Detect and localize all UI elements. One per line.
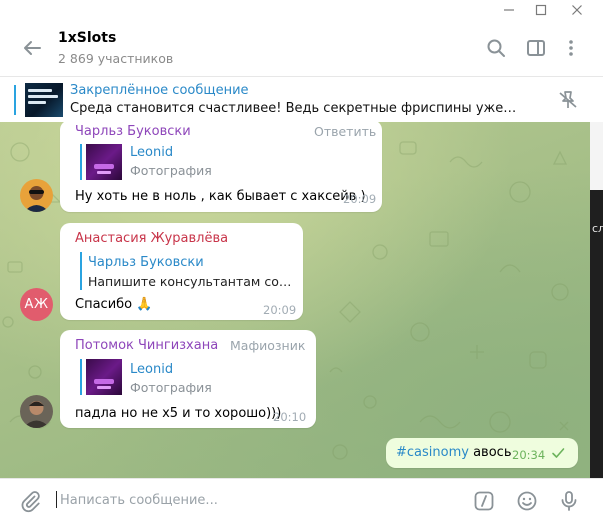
quote-text: Фотография bbox=[130, 163, 212, 178]
pinned-thumbnail bbox=[25, 83, 63, 117]
unpin-icon[interactable] bbox=[556, 88, 580, 112]
member-count[interactable]: 2 869 участников bbox=[58, 51, 173, 66]
pinned-text: Среда становится счастливее! Ведь секрет… bbox=[70, 101, 520, 116]
telegram-window: 1xSlots 2 869 участников Закреплённое со… bbox=[0, 0, 603, 521]
quote-text: Фотография bbox=[130, 380, 212, 395]
chat-header: 1xSlots 2 869 участников bbox=[0, 20, 603, 76]
message-sender[interactable]: Потомок Чингизхана bbox=[75, 338, 218, 353]
attach-icon[interactable] bbox=[18, 489, 42, 513]
pinned-title: Закреплённое сообщение bbox=[70, 83, 249, 98]
more-vertical-icon[interactable] bbox=[559, 36, 583, 60]
reply-quote[interactable]: Leonid Фотография bbox=[80, 144, 372, 180]
search-icon[interactable] bbox=[484, 36, 508, 60]
message-text: Спасибо 🙏 bbox=[75, 297, 153, 312]
hashtag-link[interactable]: #casinomy bbox=[396, 445, 469, 460]
message-sender[interactable]: Анастасия Журавлёва bbox=[75, 231, 228, 246]
message-time: 20:10 bbox=[273, 410, 307, 424]
quote-text: Напишите консультантам со ск... bbox=[88, 274, 294, 289]
read-check-icon bbox=[550, 446, 566, 460]
outgoing-message-bubble[interactable]: #casinomy авось 20:34 bbox=[386, 438, 578, 468]
quote-author: Leonid bbox=[130, 145, 174, 160]
message-time: 20:34 bbox=[512, 448, 546, 462]
avatar[interactable] bbox=[20, 395, 53, 428]
message-time: 20:09 bbox=[263, 303, 297, 317]
reply-button[interactable]: Ответить bbox=[314, 124, 376, 139]
chat-history[interactable]: Чарльз Буковски Ответить Leonid Фотограф… bbox=[0, 122, 603, 478]
quote-photo-thumbnail bbox=[86, 144, 122, 180]
close-icon[interactable] bbox=[562, 0, 592, 20]
member-role-badge: Мафиозник bbox=[230, 338, 306, 353]
reply-quote[interactable]: Leonid Фотография bbox=[80, 359, 302, 395]
message-text: #casinomy авось bbox=[396, 445, 511, 460]
maximize-icon[interactable] bbox=[526, 0, 556, 20]
microphone-icon[interactable] bbox=[557, 489, 581, 513]
reply-quote[interactable]: Чарльз Буковски Напишите консультантам с… bbox=[80, 252, 297, 290]
avatar[interactable]: АЖ bbox=[20, 288, 53, 321]
quote-author: Leonid bbox=[130, 362, 174, 377]
pinned-message-bar[interactable]: Закреплённое сообщение Среда становится … bbox=[0, 76, 603, 124]
message-text: Ну хоть не в ноль , как бывает с хаксейв… bbox=[75, 189, 366, 204]
background-window-text: сл bbox=[592, 222, 603, 235]
message-time: 20:09 bbox=[343, 192, 377, 206]
message-sender[interactable]: Чарльз Буковски bbox=[75, 124, 191, 139]
back-arrow-icon[interactable] bbox=[20, 36, 44, 60]
quote-photo-thumbnail bbox=[86, 359, 122, 395]
pinned-accent-line bbox=[14, 85, 16, 115]
background-window-edge bbox=[590, 122, 603, 190]
message-text: падла но не х5 и то хорошо))) bbox=[75, 406, 282, 421]
message-bubble[interactable]: Потомок Чингизхана Мафиозник Leonid Фото… bbox=[60, 330, 316, 428]
text-cursor bbox=[56, 491, 57, 508]
message-bubble[interactable]: Чарльз Буковски Ответить Leonid Фотограф… bbox=[60, 122, 382, 212]
bot-command-icon[interactable] bbox=[472, 489, 496, 513]
minimize-icon[interactable] bbox=[494, 0, 524, 20]
message-text-body: авось bbox=[468, 445, 512, 460]
emoji-icon[interactable] bbox=[515, 489, 539, 513]
chat-title[interactable]: 1xSlots bbox=[58, 30, 116, 46]
message-composer bbox=[0, 478, 603, 521]
background-window-edge bbox=[590, 190, 603, 521]
sidebar-toggle-icon[interactable] bbox=[524, 36, 548, 60]
message-bubble[interactable]: Анастасия Журавлёва Чарльз Буковски Напи… bbox=[60, 223, 303, 320]
message-input[interactable] bbox=[60, 487, 450, 513]
avatar[interactable] bbox=[20, 179, 53, 212]
quote-author: Чарльз Буковски bbox=[88, 255, 204, 270]
window-titlebar bbox=[0, 0, 603, 20]
